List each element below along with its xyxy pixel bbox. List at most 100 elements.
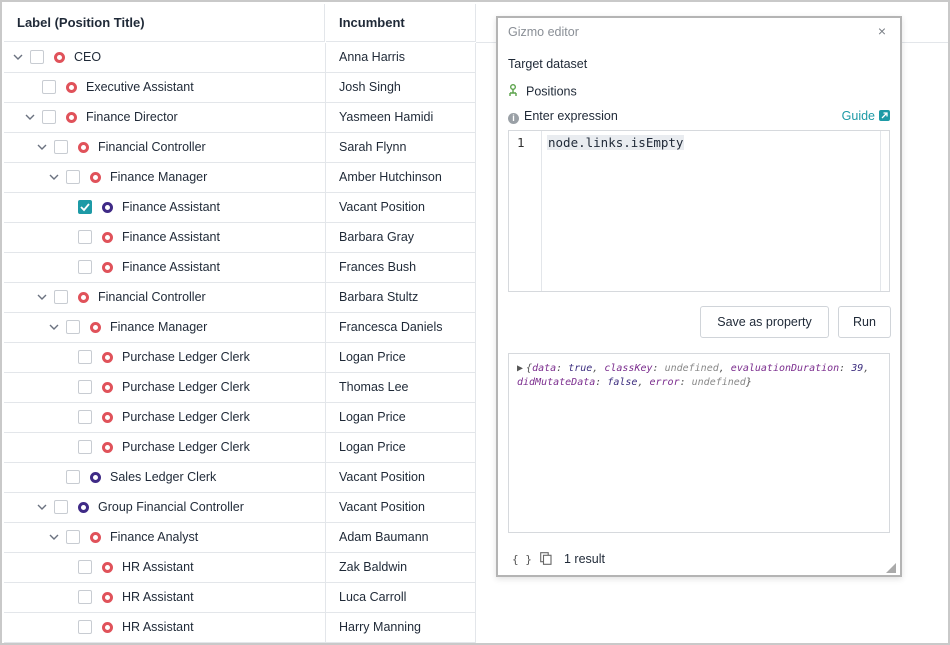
incumbent-cell[interactable]: Logan Price (326, 343, 476, 372)
incumbent-cell[interactable]: Barbara Stultz (326, 283, 476, 312)
chevron-down-icon[interactable] (12, 51, 24, 63)
table-row[interactable]: HR Assistant Zak Baldwin (4, 553, 476, 583)
row-checkbox[interactable] (78, 350, 92, 364)
table-row[interactable]: Finance Manager Amber Hutchinson (4, 163, 476, 193)
table-row[interactable]: Financial Controller Barbara Stultz (4, 283, 476, 313)
incumbent-cell[interactable]: Harry Manning (326, 613, 476, 642)
table-row[interactable]: Finance Director Yasmeen Hamidi (4, 103, 476, 133)
copy-icon[interactable] (540, 552, 552, 565)
table-row[interactable]: Finance Manager Francesca Daniels (4, 313, 476, 343)
expand-triangle-icon[interactable]: ▶ (517, 363, 523, 374)
incumbent-cell[interactable]: Barbara Gray (326, 223, 476, 252)
incumbent-cell[interactable]: Yasmeen Hamidi (326, 103, 476, 132)
incumbent-cell[interactable]: Sarah Flynn (326, 133, 476, 162)
label-cell[interactable]: Finance Director (4, 103, 326, 132)
label-cell[interactable]: Finance Assistant (4, 223, 326, 252)
table-row[interactable]: Finance Analyst Adam Baumann (4, 523, 476, 553)
chevron-down-icon[interactable] (36, 141, 48, 153)
table-row[interactable]: Finance Assistant Frances Bush (4, 253, 476, 283)
row-checkbox[interactable] (30, 50, 44, 64)
table-row[interactable]: Sales Ledger Clerk Vacant Position (4, 463, 476, 493)
incumbent-cell[interactable]: Vacant Position (326, 193, 476, 222)
resize-handle-icon[interactable] (886, 561, 896, 573)
column-header-incumbent[interactable]: Incumbent (326, 4, 476, 42)
incumbent-cell[interactable]: Zak Baldwin (326, 553, 476, 582)
row-checkbox[interactable] (78, 560, 92, 574)
label-cell[interactable]: HR Assistant (4, 613, 326, 642)
row-checkbox[interactable] (78, 200, 92, 214)
incumbent-cell[interactable]: Josh Singh (326, 73, 476, 102)
row-checkbox[interactable] (78, 380, 92, 394)
table-row[interactable]: Purchase Ledger Clerk Thomas Lee (4, 373, 476, 403)
code-braces-icon[interactable]: { } (512, 553, 532, 566)
row-checkbox[interactable] (42, 110, 56, 124)
column-header-label[interactable]: Label (Position Title) (4, 4, 325, 42)
chevron-down-icon[interactable] (48, 171, 60, 183)
chevron-down-icon[interactable] (36, 291, 48, 303)
incumbent-cell[interactable]: Thomas Lee (326, 373, 476, 402)
label-cell[interactable]: Financial Controller (4, 133, 326, 162)
row-checkbox[interactable] (54, 500, 68, 514)
incumbent-cell[interactable]: Frances Bush (326, 253, 476, 282)
row-checkbox[interactable] (78, 440, 92, 454)
dataset-selector[interactable]: Positions (508, 84, 577, 100)
incumbent-cell[interactable]: Anna Harris (326, 43, 476, 72)
row-checkbox[interactable] (66, 470, 80, 484)
row-checkbox[interactable] (54, 140, 68, 154)
row-checkbox[interactable] (78, 620, 92, 634)
table-row[interactable]: Finance Assistant Barbara Gray (4, 223, 476, 253)
row-checkbox[interactable] (78, 260, 92, 274)
row-checkbox[interactable] (42, 80, 56, 94)
incumbent-cell[interactable]: Vacant Position (326, 463, 476, 492)
row-checkbox[interactable] (78, 230, 92, 244)
label-cell[interactable]: Executive Assistant (4, 73, 326, 102)
run-button[interactable]: Run (838, 306, 891, 338)
label-cell[interactable]: Sales Ledger Clerk (4, 463, 326, 492)
row-checkbox[interactable] (66, 170, 80, 184)
label-cell[interactable]: HR Assistant (4, 553, 326, 582)
guide-link[interactable]: Guide (842, 109, 890, 123)
label-cell[interactable]: Finance Manager (4, 313, 326, 342)
label-cell[interactable]: HR Assistant (4, 583, 326, 612)
label-cell[interactable]: Finance Assistant (4, 253, 326, 282)
row-checkbox[interactable] (78, 410, 92, 424)
row-checkbox[interactable] (66, 320, 80, 334)
incumbent-cell[interactable]: Adam Baumann (326, 523, 476, 552)
label-cell[interactable]: Finance Manager (4, 163, 326, 192)
table-row[interactable]: HR Assistant Luca Carroll (4, 583, 476, 613)
close-icon[interactable]: × (878, 23, 886, 39)
label-cell[interactable]: CEO (4, 43, 326, 72)
label-cell[interactable]: Finance Analyst (4, 523, 326, 552)
table-row[interactable]: CEO Anna Harris (4, 43, 476, 73)
table-row[interactable]: HR Assistant Harry Manning (4, 613, 476, 643)
table-row[interactable]: Group Financial Controller Vacant Positio… (4, 493, 476, 523)
save-as-property-button[interactable]: Save as property (700, 306, 829, 338)
table-row[interactable]: Purchase Ledger Clerk Logan Price (4, 403, 476, 433)
row-checkbox[interactable] (54, 290, 68, 304)
row-checkbox[interactable] (78, 590, 92, 604)
incumbent-cell[interactable]: Logan Price (326, 403, 476, 432)
chevron-down-icon[interactable] (48, 531, 60, 543)
incumbent-cell[interactable]: Vacant Position (326, 493, 476, 522)
label-cell[interactable]: Finance Assistant (4, 193, 326, 222)
table-row[interactable]: Purchase Ledger Clerk Logan Price (4, 343, 476, 373)
table-row[interactable]: Executive Assistant Josh Singh (4, 73, 476, 103)
table-row[interactable]: Financial Controller Sarah Flynn (4, 133, 476, 163)
table-row[interactable]: Finance Assistant Vacant Position (4, 193, 476, 223)
chevron-down-icon[interactable] (24, 111, 36, 123)
row-checkbox[interactable] (66, 530, 80, 544)
expression-editor[interactable]: 1 node.links.isEmpty (508, 130, 890, 292)
incumbent-cell[interactable]: Logan Price (326, 433, 476, 462)
incumbent-cell[interactable]: Luca Carroll (326, 583, 476, 612)
label-cell[interactable]: Purchase Ledger Clerk (4, 403, 326, 432)
expression-code[interactable]: node.links.isEmpty (547, 135, 685, 150)
editor-scrollbar[interactable] (880, 131, 889, 291)
incumbent-cell[interactable]: Francesca Daniels (326, 313, 476, 342)
table-row[interactable]: Purchase Ledger Clerk Logan Price (4, 433, 476, 463)
incumbent-cell[interactable]: Amber Hutchinson (326, 163, 476, 192)
label-cell[interactable]: Purchase Ledger Clerk (4, 343, 326, 372)
label-cell[interactable]: Purchase Ledger Clerk (4, 373, 326, 402)
label-cell[interactable]: Financial Controller (4, 283, 326, 312)
label-cell[interactable]: Purchase Ledger Clerk (4, 433, 326, 462)
chevron-down-icon[interactable] (36, 501, 48, 513)
